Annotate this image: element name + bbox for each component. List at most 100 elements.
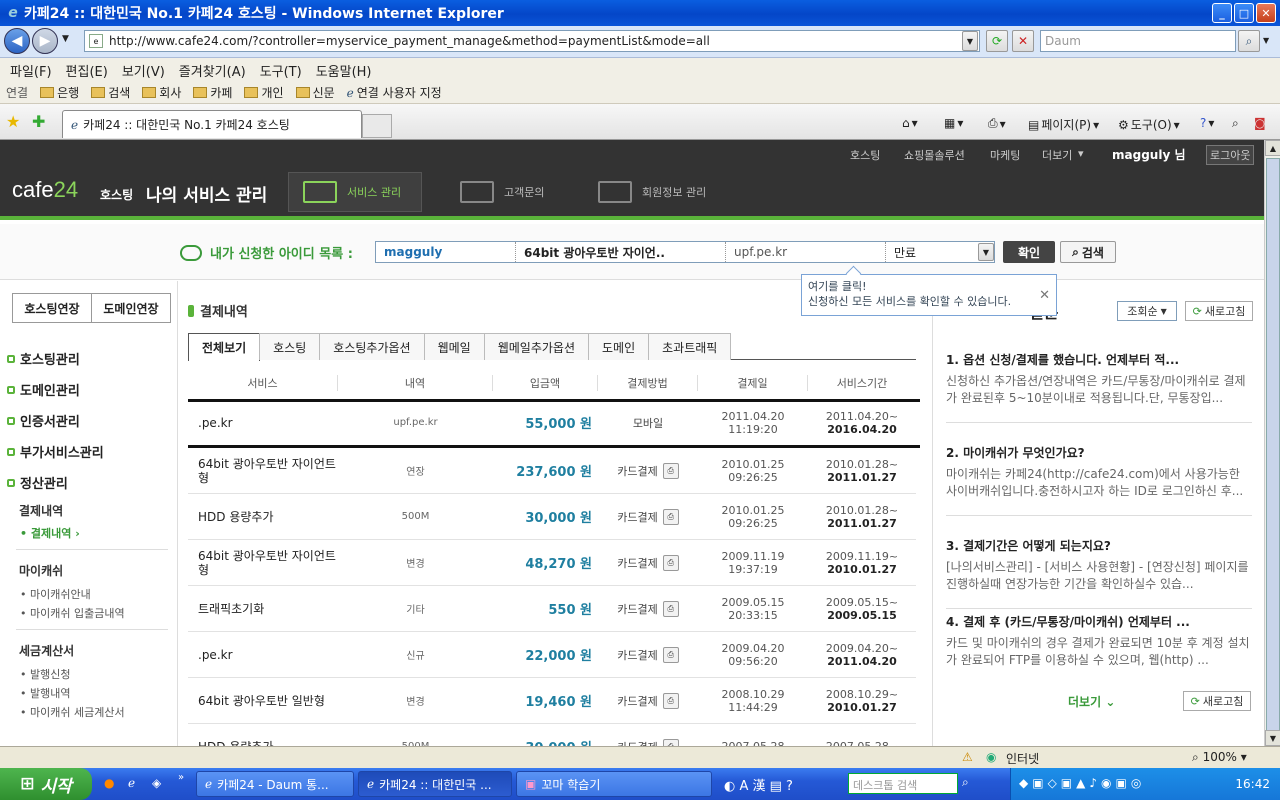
url-dropdown-icon[interactable]: ▼ bbox=[962, 31, 978, 51]
top-link-hosting[interactable]: 호스팅 bbox=[850, 147, 880, 163]
sidebar-sub-tax-request[interactable]: • 발행신청 bbox=[20, 666, 70, 682]
link-cafe[interactable]: 카페 bbox=[193, 84, 232, 101]
top-link-shopping[interactable]: 쇼핑몰솔루션 bbox=[904, 147, 965, 163]
sidebar-item-hosting[interactable]: 호스팅관리 bbox=[7, 349, 80, 368]
minimize-button[interactable]: _ bbox=[1212, 3, 1232, 23]
menu-edit[interactable]: 편집(E) bbox=[66, 61, 108, 80]
id-service-select[interactable]: magguly 64bit 광아우토반 자이언.. upf.pe.kr 만료 ▼ bbox=[375, 241, 995, 263]
scroll-down-icon[interactable]: ▼ bbox=[1265, 730, 1280, 746]
menu-help[interactable]: 도움말(H) bbox=[316, 61, 372, 80]
payment-history-heading[interactable]: 결제내역 bbox=[19, 502, 63, 519]
browser-tab[interactable]: ℯ 카페24 :: 대한민국 No.1 카페24 호스팅 bbox=[62, 110, 362, 138]
sidebar-sub-mycash-history[interactable]: • 마이캐쉬 입출금내역 bbox=[20, 605, 125, 621]
receipt-print-icon[interactable]: ⎙ bbox=[662, 738, 679, 746]
search-button[interactable]: ⌕ 검색 bbox=[1060, 241, 1116, 263]
link-news[interactable]: 신문 bbox=[295, 84, 335, 101]
top-link-marketing[interactable]: 마케팅 bbox=[990, 147, 1020, 163]
scroll-up-icon[interactable]: ▲ bbox=[1265, 140, 1280, 156]
receipt-print-icon[interactable]: ⎙ bbox=[662, 646, 679, 663]
sidebar-item-settlement[interactable]: 정산관리 bbox=[7, 473, 68, 492]
desktop-search-input[interactable]: 데스크톱 검색 bbox=[848, 773, 958, 794]
faq-more-link[interactable]: 더보기 ⌄ bbox=[1068, 693, 1115, 710]
page-menu[interactable]: ▤ 페이지(P) ▾ bbox=[1028, 116, 1099, 133]
faq-question-3[interactable]: 3. 결제기간은 어떻게 되는지요? bbox=[946, 537, 1111, 554]
sidebar-item-addon[interactable]: 부가서비스관리 bbox=[7, 442, 104, 461]
top-link-more[interactable]: 더보기 bbox=[1042, 147, 1072, 163]
search-icon[interactable]: ⌕ bbox=[962, 775, 969, 790]
help-menu[interactable]: ? ▾ bbox=[1200, 116, 1214, 130]
chevron-down-icon[interactable]: ▼ bbox=[978, 243, 994, 261]
menu-tools[interactable]: 도구(T) bbox=[260, 61, 302, 80]
maximize-button[interactable]: □ bbox=[1234, 3, 1254, 23]
close-window-button[interactable]: ✕ bbox=[1256, 3, 1276, 23]
faq-question-2[interactable]: 2. 마이캐쉬가 무엇인가요? bbox=[946, 444, 1085, 461]
ie-icon[interactable]: ℯ bbox=[128, 776, 135, 790]
tab-domain[interactable]: 도메인 bbox=[587, 333, 650, 360]
mycash-heading[interactable]: 마이캐쉬 bbox=[19, 562, 63, 579]
faq-refresh-button-bottom[interactable]: ⟳ 새로고침 bbox=[1183, 691, 1251, 711]
tools-menu[interactable]: ⚙ 도구(O) ▾ bbox=[1118, 116, 1180, 133]
add-favorite-icon[interactable]: ✚ bbox=[32, 112, 45, 131]
sidebar-item-certificate[interactable]: 인증서관리 bbox=[7, 411, 80, 430]
link-company[interactable]: 회사 bbox=[142, 84, 181, 101]
firefox-icon[interactable]: ● bbox=[104, 776, 114, 790]
zoom-control[interactable]: ⌕ 100% ▾ bbox=[1192, 750, 1247, 765]
menu-view[interactable]: 보기(V) bbox=[122, 61, 165, 80]
browser-search-input[interactable]: Daum bbox=[1040, 30, 1236, 52]
search-options-icon[interactable]: ▼ bbox=[1263, 36, 1269, 45]
receipt-print-icon[interactable]: ⎙ bbox=[662, 554, 679, 571]
tab-all[interactable]: 전체보기 bbox=[188, 333, 261, 361]
task-kid-learner[interactable]: ▣ 꼬마 학습기 bbox=[516, 771, 712, 797]
back-button[interactable]: ◀ bbox=[4, 28, 30, 54]
search-icon[interactable]: ⌕ bbox=[1238, 30, 1260, 52]
tab-traffic[interactable]: 초과트래픽 bbox=[648, 333, 732, 360]
link-customize[interactable]: ℯ 연결 사용자 지정 bbox=[347, 84, 442, 101]
address-bar[interactable]: e http://www.cafe24.com/?controller=myse… bbox=[84, 30, 980, 52]
nav-service-management[interactable]: 서비스 관리 bbox=[288, 172, 422, 212]
research-icon[interactable]: ⌕ bbox=[1232, 116, 1239, 131]
link-bank[interactable]: 은행 bbox=[40, 84, 79, 101]
addon-icon[interactable]: ◙ bbox=[1254, 116, 1266, 130]
tab-hosting-options[interactable]: 호스팅추가옵션 bbox=[319, 333, 425, 360]
receipt-print-icon[interactable]: ⎙ bbox=[662, 600, 679, 617]
nav-member-info[interactable]: 회원정보 관리 bbox=[584, 172, 720, 212]
hosting-extend-button[interactable]: 호스팅연장 bbox=[12, 293, 92, 323]
faq-question-4[interactable]: 4. 결제 후 (카드/무통장/마이캐쉬) 언제부터 ... bbox=[946, 613, 1190, 630]
print-button[interactable]: ⎙ ▾ bbox=[988, 116, 1006, 131]
sidebar-sub-mycash-guide[interactable]: • 마이캐쉬안내 bbox=[20, 586, 91, 602]
receipt-print-icon[interactable]: ⎙ bbox=[662, 462, 679, 479]
sidebar-item-domain[interactable]: 도메인관리 bbox=[7, 380, 80, 399]
faq-refresh-button[interactable]: ⟳ 새로고침 bbox=[1185, 301, 1253, 321]
language-bar[interactable]: ◐ A 漢 ▤ ? bbox=[724, 775, 793, 794]
confirm-button[interactable]: 확인 bbox=[1003, 241, 1055, 263]
faq-question-1[interactable]: 1. 옵션 신청/결제를 했습니다. 언제부터 적... bbox=[946, 351, 1179, 368]
id-list-tooltip[interactable]: 여기를 클릭! 신청하신 모든 서비스를 확인할 수 있습니다. ✕ bbox=[801, 274, 1057, 316]
menu-favorites[interactable]: 즐겨찾기(A) bbox=[179, 61, 246, 80]
window-titlebar[interactable]: e 카페24 :: 대한민국 No.1 카페24 호스팅 - Windows I… bbox=[0, 0, 1280, 26]
link-search[interactable]: 검색 bbox=[91, 84, 130, 101]
sidebar-sub-payment-active[interactable]: • 결제내역 › bbox=[20, 525, 80, 541]
task-cafe24-active[interactable]: ℯ 카페24 :: 대한민국 ... bbox=[358, 771, 512, 797]
chevron-right-icon[interactable]: » bbox=[178, 772, 184, 783]
sidebar-sub-tax-history[interactable]: • 발행내역 bbox=[20, 685, 70, 701]
task-cafe24-daum[interactable]: ℯ 카페24 - Daum 통... bbox=[196, 771, 354, 797]
history-dropdown-icon[interactable]: ▼ bbox=[62, 34, 69, 44]
favorites-star-icon[interactable]: ★ bbox=[6, 112, 20, 131]
forward-button[interactable]: ▶ bbox=[32, 28, 58, 54]
feeds-button[interactable]: ▦ ▾ bbox=[944, 116, 963, 130]
close-icon[interactable]: ✕ bbox=[1039, 288, 1050, 303]
sidebar-sub-tax-mycash[interactable]: • 마이캐쉬 세금계산서 bbox=[20, 704, 125, 720]
cafe24-logo[interactable]: cafe24 bbox=[12, 177, 78, 203]
stop-icon[interactable]: ✕ bbox=[1012, 30, 1034, 52]
tab-hosting[interactable]: 호스팅 bbox=[259, 333, 321, 360]
new-tab-button[interactable] bbox=[362, 114, 392, 138]
receipt-print-icon[interactable]: ⎙ bbox=[662, 508, 679, 525]
nav-customer-inquiry[interactable]: 고객문의 bbox=[446, 172, 558, 212]
tray-icons[interactable]: ◆▣◇▣▲♪◉▣◎ bbox=[1019, 776, 1145, 790]
link-personal[interactable]: 개인 bbox=[244, 84, 284, 101]
start-button[interactable]: ⊞ 시작 bbox=[0, 768, 92, 800]
logout-button[interactable]: 로그아웃 bbox=[1206, 145, 1255, 165]
receipt-print-icon[interactable]: ⎙ bbox=[662, 692, 679, 709]
scroll-thumb[interactable] bbox=[1266, 158, 1280, 738]
home-button[interactable]: ⌂ ▾ bbox=[902, 116, 918, 130]
